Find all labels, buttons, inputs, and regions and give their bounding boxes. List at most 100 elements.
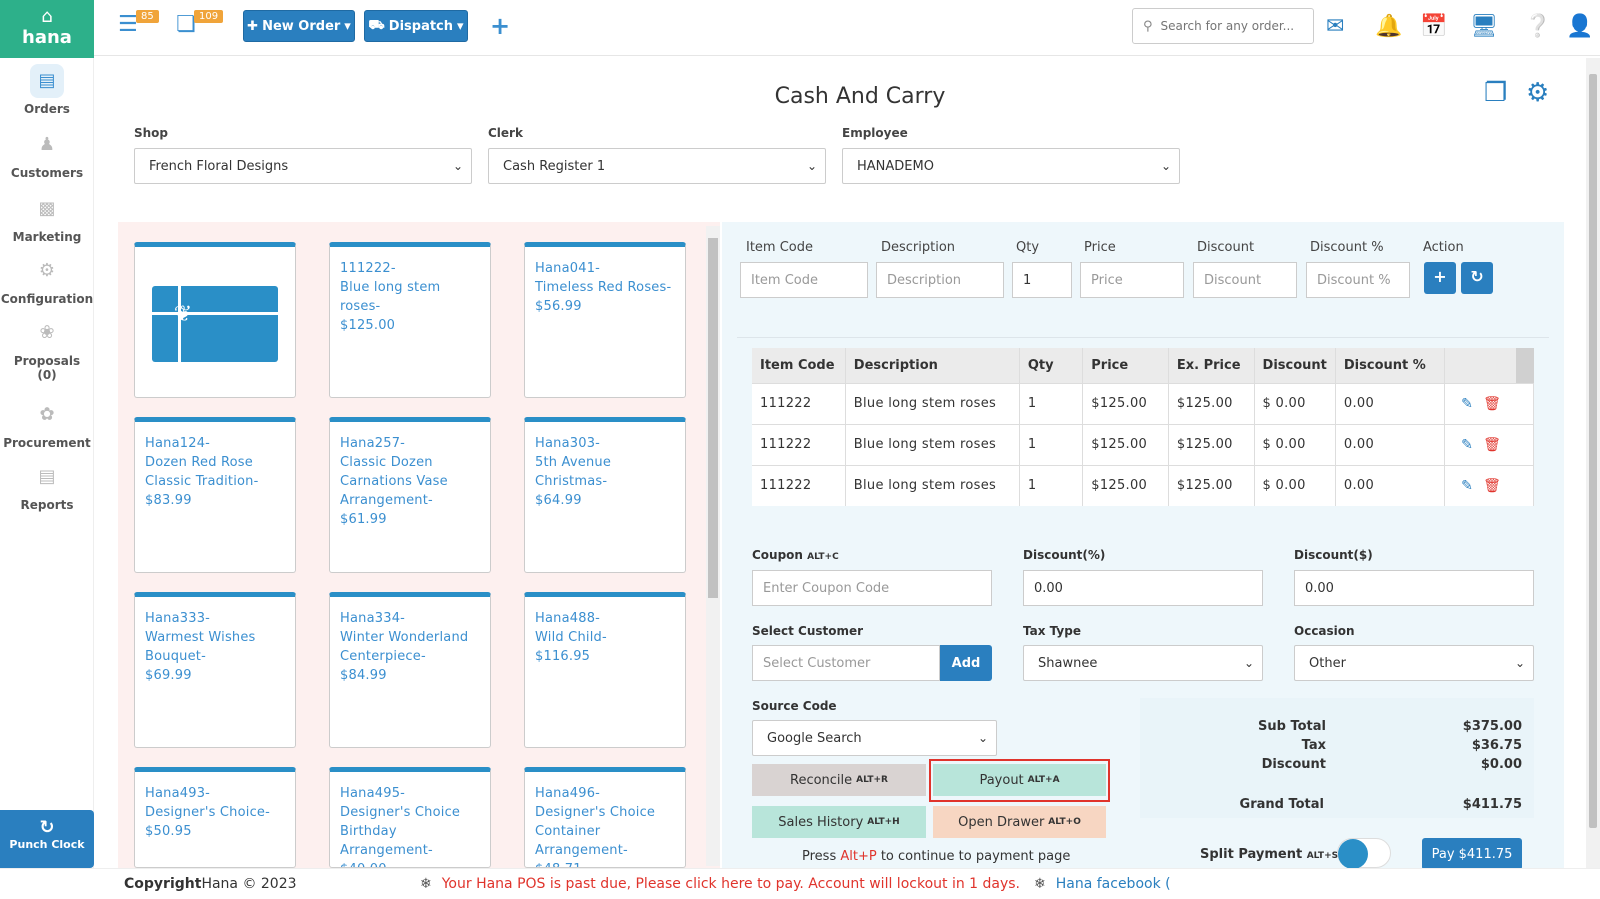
product-code: Hana496-	[535, 786, 601, 801]
sidebar-item-orders[interactable]: ▤ Orders	[0, 64, 94, 116]
description-input[interactable]: Description	[876, 262, 1004, 298]
settings-gear-icon[interactable]: ⚙	[1526, 78, 1549, 108]
orders-queue-icon[interactable]: ☰ 85	[118, 10, 159, 44]
edit-icon[interactable]: ✎	[1461, 437, 1473, 453]
search-input[interactable]	[1160, 19, 1301, 33]
past-due-warning[interactable]: ❄ Your Hana POS is past due, Please click…	[420, 876, 1020, 892]
deliveries-icon[interactable]: ❏ 109	[176, 10, 224, 44]
customer-input[interactable]: Select Customer	[752, 645, 940, 681]
brand-name: hana	[22, 27, 72, 48]
trash-icon[interactable]: 🗑	[1483, 437, 1501, 453]
coupon-input[interactable]: Enter Coupon Code	[752, 570, 992, 606]
discount-amt-label: Discount($)	[1294, 548, 1373, 562]
edit-icon[interactable]: ✎	[1461, 396, 1473, 412]
product-name: Designer's Choice	[340, 805, 461, 820]
chevron-down-icon: ⌄	[1243, 656, 1254, 670]
product-scrollbar[interactable]	[706, 226, 720, 866]
employee-select[interactable]: HANADEMO ⌄	[842, 148, 1180, 184]
table-scrollbar[interactable]	[1516, 348, 1534, 383]
copyright: CopyrightHana © 2023	[124, 876, 297, 892]
cell-ex-price: $125.00	[1168, 464, 1255, 506]
product-card[interactable]: 111222- Blue long stem roses- $125.00	[329, 242, 491, 398]
item-code-input[interactable]: Item Code	[740, 262, 868, 298]
add-icon[interactable]: +	[490, 12, 510, 40]
facebook-link[interactable]: ❄ Hana facebook (	[1034, 876, 1171, 892]
sales-history-button[interactable]: Sales History ALT+H	[752, 806, 926, 838]
truck-icon: ⛟	[368, 17, 385, 33]
sidebar-item-reports[interactable]: ▤ Reports	[0, 460, 94, 512]
user-icon[interactable]: 👤	[1566, 14, 1593, 39]
price-input[interactable]: Price	[1080, 262, 1184, 298]
discount-pct-input[interactable]: Discount %	[1306, 262, 1410, 298]
chevron-down-icon: ⌄	[806, 159, 817, 173]
sidebar-item-configuration[interactable]: ⚙ Configuration	[0, 254, 94, 306]
monitor-icon[interactable]: 🖥	[1470, 14, 1498, 39]
add-customer-button[interactable]: Add	[940, 645, 992, 681]
coupon-label: Coupon ALT+C	[752, 548, 839, 562]
product-name: Container	[535, 824, 601, 839]
calendar-icon[interactable]: 📅	[1420, 14, 1447, 39]
chevron-down-icon: ⌄	[1160, 159, 1171, 173]
page-scrollbar-thumb[interactable]	[1589, 74, 1597, 828]
sidebar-item-proposals[interactable]: ❀ Proposals (0)	[0, 316, 94, 382]
punch-clock-button[interactable]: ↻ Punch Clock	[0, 810, 94, 868]
product-card[interactable]: Hana303- 5th Avenue Christmas- $64.99	[524, 417, 686, 573]
mail-icon[interactable]: ✉	[1326, 14, 1344, 39]
sidebar-item-marketing[interactable]: ▩ Marketing	[0, 192, 94, 244]
product-card[interactable]: Hana493- Designer's Choice- $50.95	[134, 767, 296, 868]
trash-icon[interactable]: 🗑	[1483, 396, 1501, 412]
product-card[interactable]: Hana495- Designer's Choice Birthday Arra…	[329, 767, 491, 868]
product-card[interactable]: Hana124- Dozen Red Rose Classic Traditio…	[134, 417, 296, 573]
plus-icon: ✚	[247, 18, 259, 34]
product-card[interactable]: Hana041- Timeless Red Roses- $56.99	[524, 242, 686, 398]
product-card[interactable]: Hana257- Classic Dozen Carnations Vase A…	[329, 417, 491, 573]
refresh-button[interactable]: ↻	[1461, 262, 1493, 294]
edit-icon[interactable]: ✎	[1461, 478, 1473, 494]
reconcile-hotkey: ALT+R	[856, 775, 888, 785]
sidebar-item-procurement[interactable]: ✿ Procurement	[0, 398, 94, 450]
discount-input[interactable]: Discount	[1193, 262, 1297, 298]
discount-pct-form-input[interactable]: 0.00	[1023, 570, 1263, 606]
column-header: Item Code	[752, 348, 846, 383]
cell-item-code: 111222	[752, 423, 846, 465]
bell-icon[interactable]: 🔔	[1375, 14, 1402, 39]
reconcile-button[interactable]: Reconcile ALT+R	[752, 764, 926, 796]
page-scrollbar[interactable]	[1586, 58, 1600, 868]
sidebar-item-label: Marketing	[12, 230, 82, 244]
product-price: $83.99	[145, 493, 192, 508]
tax-type-select[interactable]: Shawnee ⌄	[1023, 645, 1263, 681]
clerk-select[interactable]: Cash Register 1 ⌄	[488, 148, 826, 184]
add-item-button[interactable]: +	[1424, 262, 1456, 294]
split-payment-hotkey: ALT+S	[1306, 851, 1339, 861]
shop-label: Shop	[134, 126, 169, 140]
product-card[interactable]: Hana488- Wild Child- $116.95	[524, 592, 686, 748]
source-code-select[interactable]: Google Search ⌄	[752, 720, 997, 756]
discount-amt-input[interactable]: 0.00	[1294, 570, 1534, 606]
copy-icon[interactable]: ❐	[1484, 78, 1507, 108]
dispatch-label: Dispatch	[388, 18, 454, 34]
split-payment-toggle[interactable]	[1337, 838, 1391, 869]
order-search[interactable]: ⚲	[1132, 8, 1314, 44]
dispatch-button[interactable]: ⛟ Dispatch ▾	[364, 10, 468, 42]
product-card[interactable]: Hana496- Designer's Choice Container Arr…	[524, 767, 686, 868]
product-name: Carnations Vase	[340, 474, 448, 489]
sidebar-item-label: Customers	[10, 166, 84, 180]
hana-logo[interactable]: ⌂ hana	[0, 0, 94, 58]
product-card[interactable]: Hana333- Warmest Wishes Bouquet- $69.99	[134, 592, 296, 748]
refresh-icon: ↻	[1470, 267, 1484, 286]
open-drawer-button[interactable]: Open Drawer ALT+O	[933, 806, 1106, 838]
help-icon[interactable]: ❔	[1524, 14, 1551, 39]
occasion-select[interactable]: Other ⌄	[1294, 645, 1534, 681]
sidebar-item-customers[interactable]: ♟ Customers	[0, 128, 94, 180]
grand-total-value: $411.75	[1462, 797, 1522, 812]
trash-icon[interactable]: 🗑	[1483, 478, 1501, 494]
product-card[interactable]: Hana334- Winter Wonderland Centerpiece- …	[329, 592, 491, 748]
shop-select[interactable]: French Floral Designs ⌄	[134, 148, 472, 184]
pay-button[interactable]: Pay $411.75	[1422, 838, 1522, 870]
reconcile-label: Reconcile	[790, 772, 853, 788]
scrollbar-thumb[interactable]	[708, 238, 718, 598]
discount-total-label: Discount	[1261, 757, 1326, 772]
qty-input[interactable]: 1	[1012, 262, 1072, 298]
new-order-button[interactable]: ✚ New Order ▾	[243, 10, 355, 42]
product-name: Classic Tradition-	[145, 474, 259, 489]
